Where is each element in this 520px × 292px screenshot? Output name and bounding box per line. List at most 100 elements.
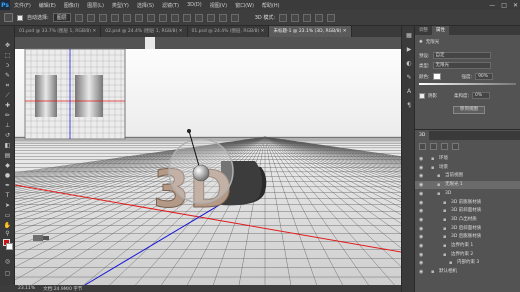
distribute-top-icon[interactable] bbox=[158, 13, 167, 22]
secondary-view-window[interactable] bbox=[24, 48, 126, 140]
menu-filter[interactable]: 滤镜(T) bbox=[158, 2, 183, 9]
scale-3d-icon[interactable] bbox=[327, 13, 336, 22]
type-tool-icon[interactable]: T bbox=[3, 192, 12, 199]
softness-input[interactable]: 0% bbox=[472, 92, 491, 99]
menu-layer[interactable]: 图层(L) bbox=[83, 2, 108, 9]
roll-3d-icon[interactable] bbox=[291, 13, 300, 22]
visibility-eye-icon[interactable]: ◉ bbox=[419, 208, 425, 214]
intensity-input[interactable]: 90% bbox=[475, 73, 494, 80]
path-selection-tool-icon[interactable]: ➤ bbox=[3, 202, 12, 209]
preset-dropdown[interactable]: 自定 bbox=[432, 52, 491, 59]
doc-tab[interactable]: 02.psd @ 24.4% (图层 1, RGB/8) ✕ bbox=[101, 26, 188, 37]
background-color-swatch[interactable] bbox=[6, 243, 13, 250]
menu-file[interactable]: 文件(F) bbox=[10, 2, 35, 9]
doc-tab[interactable]: 01.psd @ 24.4% (图层, RGB/8) ✕ bbox=[188, 26, 270, 37]
auto-align-icon[interactable] bbox=[230, 13, 239, 22]
marquee-tool-icon[interactable]: ⬚ bbox=[3, 52, 12, 59]
3d-scene[interactable]: 3D bbox=[15, 37, 401, 285]
tree-row[interactable]: ◉ ▪ 3D 前斜面材质 bbox=[415, 207, 520, 215]
history-panel-icon[interactable]: ▦ bbox=[405, 32, 413, 39]
quick-select-tool-icon[interactable]: ✎ bbox=[3, 72, 12, 79]
meshes-filter-icon[interactable] bbox=[430, 142, 437, 150]
tree-row[interactable]: ◉ ▪ 3D 前膨胀材质 bbox=[415, 199, 520, 207]
whole-scene-filter-icon[interactable] bbox=[419, 142, 426, 150]
character-panel-icon[interactable]: A bbox=[405, 88, 413, 95]
dodge-tool-icon[interactable]: ● bbox=[3, 172, 12, 179]
align-center-icon[interactable] bbox=[134, 13, 143, 22]
tree-row[interactable]: ◉ ▪ 场景 bbox=[415, 164, 520, 172]
rectangle-tool-icon[interactable]: ▭ bbox=[3, 212, 12, 219]
visibility-eye-icon[interactable]: ◉ bbox=[419, 226, 425, 232]
tab-adjustments[interactable]: 调整 bbox=[415, 26, 432, 35]
tree-row[interactable]: ◉ ▪ 默认相机 bbox=[415, 268, 520, 276]
menu-3d[interactable]: 3D(D) bbox=[183, 2, 206, 8]
tab-properties[interactable]: 属性 bbox=[432, 26, 449, 35]
orbit-3d-icon[interactable] bbox=[279, 13, 288, 22]
materials-filter-icon[interactable] bbox=[441, 142, 448, 150]
zoom-level[interactable]: 23.11% bbox=[18, 286, 35, 291]
eraser-tool-icon[interactable]: ◧ bbox=[3, 142, 12, 149]
visibility-eye-icon[interactable]: ◉ bbox=[419, 156, 425, 162]
lights-filter-icon[interactable] bbox=[452, 142, 459, 150]
paragraph-panel-icon[interactable]: ¶ bbox=[405, 102, 413, 109]
pan-3d-icon[interactable] bbox=[303, 13, 312, 22]
auto-select-checkbox[interactable] bbox=[17, 14, 23, 21]
clone-stamp-tool-icon[interactable]: ⊥ bbox=[3, 122, 12, 129]
light-color-swatch[interactable] bbox=[432, 73, 441, 80]
menu-help[interactable]: 帮助(H) bbox=[258, 2, 284, 9]
tree-row[interactable]: ◉ ▪ 边界约束 1 bbox=[415, 242, 520, 250]
visibility-eye-icon[interactable]: ◉ bbox=[419, 182, 425, 188]
slide-3d-icon[interactable] bbox=[315, 13, 324, 22]
intensity-slider[interactable] bbox=[419, 83, 516, 85]
move-to-view-button[interactable]: 移到视图 bbox=[453, 106, 485, 114]
align-top-icon[interactable] bbox=[86, 13, 95, 22]
maximize-button[interactable]: □ bbox=[501, 2, 507, 9]
menu-select[interactable]: 选择(S) bbox=[133, 2, 158, 9]
minimize-button[interactable]: — bbox=[489, 2, 495, 9]
align-middle-icon[interactable] bbox=[98, 13, 107, 22]
tree-row[interactable]: ◉ ▪ 当前视图 bbox=[415, 172, 520, 180]
pen-tool-icon[interactable]: ✒ bbox=[3, 182, 12, 189]
crop-tool-icon[interactable]: ⌗ bbox=[3, 82, 12, 89]
visibility-eye-icon[interactable]: ◉ bbox=[419, 269, 425, 275]
visibility-eye-icon[interactable]: ◉ bbox=[419, 243, 425, 249]
quick-mask-icon[interactable]: ◎ bbox=[3, 258, 12, 265]
distribute-bottom-icon[interactable] bbox=[182, 13, 191, 22]
move-tool-icon[interactable]: ✥ bbox=[3, 42, 12, 49]
distribute-center-icon[interactable] bbox=[206, 13, 215, 22]
gradient-tool-icon[interactable]: ▤ bbox=[3, 152, 12, 159]
menu-view[interactable]: 视图(V) bbox=[206, 2, 231, 9]
document-canvas[interactable]: 3D bbox=[15, 37, 401, 285]
transform-controls-checkbox[interactable] bbox=[74, 13, 83, 22]
tree-row[interactable]: ◉ ▪ 无限光 1 bbox=[415, 181, 520, 190]
align-right-icon[interactable] bbox=[146, 13, 155, 22]
screen-mode-icon[interactable]: ▢ bbox=[3, 270, 12, 277]
distribute-middle-icon[interactable] bbox=[170, 13, 179, 22]
brush-tool-icon[interactable]: ✏ bbox=[3, 112, 12, 119]
tree-row[interactable]: ◉ ▪ 边界约束 2 bbox=[415, 251, 520, 259]
tree-row[interactable]: ◉ ▪ 环境 bbox=[415, 155, 520, 163]
visibility-eye-icon[interactable]: ◉ bbox=[419, 252, 425, 258]
visibility-eye-icon[interactable]: ◉ bbox=[419, 165, 425, 171]
shadow-checkbox[interactable] bbox=[419, 92, 425, 99]
tree-row[interactable]: ◉ ▪ 内部约束 3 bbox=[415, 259, 520, 267]
doc-tab[interactable]: 01.psd @ 33.7% (图层 1, RGB/8) ✕ bbox=[15, 26, 102, 37]
visibility-eye-icon[interactable]: ◉ bbox=[419, 191, 425, 197]
visibility-eye-icon[interactable]: ◉ bbox=[419, 234, 425, 240]
healing-brush-tool-icon[interactable]: ✚ bbox=[3, 102, 12, 109]
menu-window[interactable]: 窗口(W) bbox=[231, 2, 258, 9]
actions-panel-icon[interactable]: ▶ bbox=[405, 46, 413, 53]
distribute-left-icon[interactable] bbox=[194, 13, 203, 22]
visibility-eye-icon[interactable]: ◉ bbox=[419, 200, 425, 206]
auto-select-dropdown[interactable]: 图层 bbox=[52, 13, 71, 22]
tree-row[interactable]: ◉ ▪ 3D bbox=[415, 190, 520, 198]
zoom-tool-icon[interactable]: ⚲ bbox=[3, 230, 12, 237]
swatches-panel-icon[interactable]: ◐ bbox=[405, 60, 413, 67]
blur-tool-icon[interactable]: ◆ bbox=[3, 162, 12, 169]
move-tool-preset-icon[interactable] bbox=[4, 13, 13, 22]
menu-type[interactable]: 类型(Y) bbox=[108, 2, 133, 9]
eyedropper-tool-icon[interactable]: ⟋ bbox=[3, 92, 12, 99]
menu-edit[interactable]: 编辑(E) bbox=[35, 2, 60, 9]
hand-tool-icon[interactable]: ✋ bbox=[3, 222, 12, 229]
distribute-right-icon[interactable] bbox=[218, 13, 227, 22]
